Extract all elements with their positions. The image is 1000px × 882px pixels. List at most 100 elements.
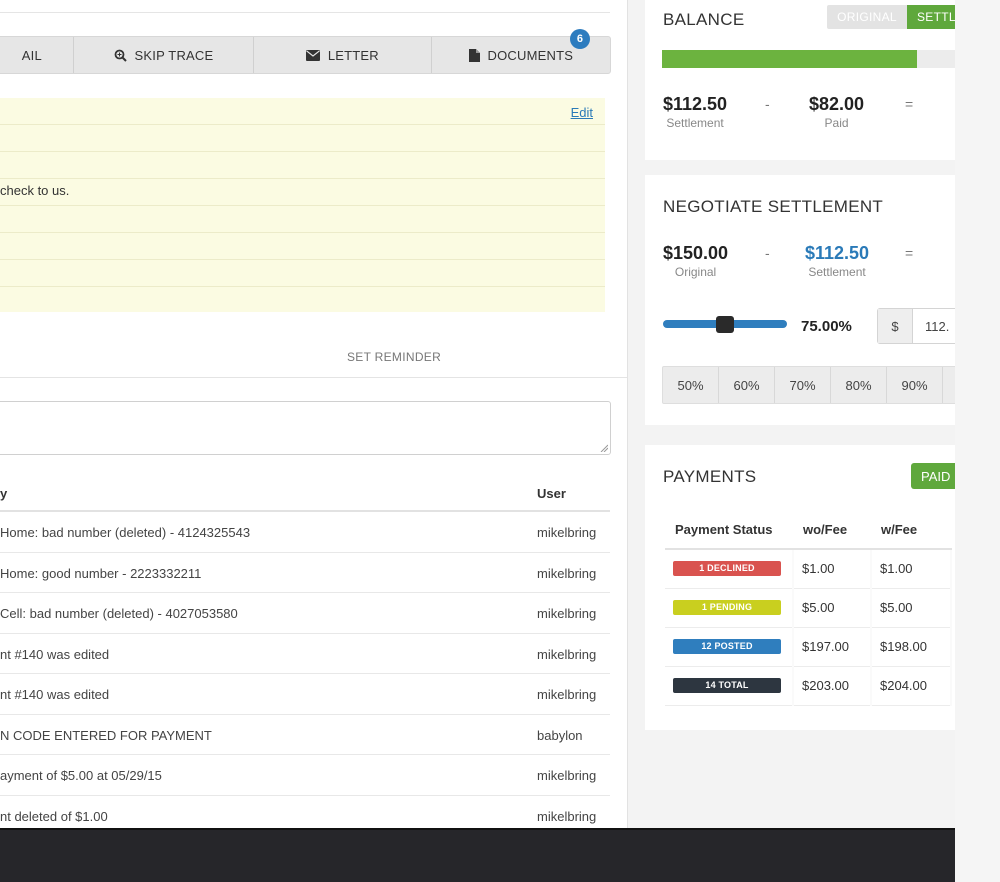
amount-value: $82.00	[809, 94, 865, 114]
user-cell: mikelbring	[537, 565, 597, 581]
original-toggle-option[interactable]: ORIGINAL	[827, 5, 907, 29]
bottom-bar	[0, 828, 955, 882]
table-row: 1 DECLINED $1.00 $1.00	[665, 549, 952, 589]
w-fee-cell: $198.00	[871, 627, 952, 667]
balance-title: BALANCE	[663, 10, 745, 29]
amount-value: $112.50	[663, 94, 728, 114]
settlement-slider-handle[interactable]	[716, 316, 734, 333]
percent-80-button[interactable]: 80%	[831, 367, 887, 403]
activity-cell: N CODE ENTERED FOR PAYMENT	[0, 727, 212, 743]
settlement-amount-value[interactable]: 112.	[913, 309, 949, 343]
currency-prefix: $	[878, 309, 913, 343]
amount-label: Settlement	[808, 265, 866, 279]
activity-cell: Home: bad number (deleted) - 4124325543	[0, 525, 251, 540]
table-row: 14 TOTAL $203.00 $204.00	[665, 666, 952, 706]
magnifier-icon	[114, 49, 127, 62]
amount-label: Settlement	[666, 116, 724, 130]
right-edge-strip	[955, 0, 1000, 882]
settlement-amount: $112.50 Settlement	[805, 243, 869, 279]
slider-percent: 75.00%	[801, 318, 852, 335]
amount-value: $112.50	[805, 243, 870, 263]
divider	[0, 12, 610, 13]
table-header: Payment Status wo/Fee w/Fee	[665, 511, 951, 550]
document-icon	[468, 48, 480, 62]
resize-grip-icon[interactable]	[600, 444, 608, 452]
percent-70-button[interactable]: 70%	[775, 367, 831, 403]
set-reminder-button[interactable]: SET REMINDER	[347, 350, 441, 364]
table-row: nt #140 was edited mikelbring	[0, 674, 610, 715]
reminder-row: SET REMINDER	[0, 336, 627, 378]
settlement-toggle-option[interactable]: SETTL	[907, 5, 955, 29]
activity-column-header: y	[0, 486, 8, 501]
original-amount: $150.00 Original	[663, 243, 728, 279]
settlement-amount-field[interactable]: $ 112.	[877, 308, 955, 344]
declined-status-badge[interactable]: 1 DECLINED	[673, 561, 781, 577]
table-row: nt #140 was edited mikelbring	[0, 634, 610, 674]
payments-card: PAYMENTS PAID Payment Status wo/Fee w/Fe…	[645, 445, 955, 730]
percent-50-button[interactable]: 50%	[663, 367, 719, 403]
user-cell: mikelbring	[537, 525, 597, 540]
balance-mode-toggle: ORIGINAL SETTL	[827, 5, 955, 29]
balance-progress-bar	[662, 50, 955, 68]
w-fee-cell: $1.00	[871, 549, 952, 589]
posted-status-badge[interactable]: 12 POSTED	[673, 639, 781, 654]
user-cell: mikelbring	[537, 687, 597, 702]
activity-cell: ayment of $5.00 at 05/29/15	[0, 768, 162, 783]
envelope-icon	[305, 49, 320, 61]
amount-label: Paid	[824, 116, 849, 130]
negotiate-title: NEGOTIATE SETTLEMENT	[663, 197, 884, 216]
user-cell: mikelbring	[537, 646, 597, 662]
user-column-header: User	[537, 486, 566, 501]
documents-count-badge: 6	[570, 29, 590, 49]
table-row: N CODE ENTERED FOR PAYMENT babylon	[0, 715, 610, 755]
paid-amount: $82.00 Paid	[809, 94, 864, 130]
user-cell: mikelbring	[537, 768, 597, 783]
equals-sign: =	[905, 245, 914, 261]
percent-button-group: 50% 60% 70% 80% 90%	[662, 366, 955, 404]
wo-fee-header: wo/Fee	[793, 511, 871, 550]
activity-cell: nt #140 was edited	[0, 687, 110, 702]
payments-title: PAYMENTS	[663, 467, 757, 486]
w-fee-header: w/Fee	[871, 511, 951, 550]
wo-fee-cell: $1.00	[793, 549, 872, 589]
tab-letter[interactable]: LETTER	[254, 37, 432, 73]
equals-sign: =	[905, 96, 914, 112]
tab-label: LETTER	[327, 47, 379, 63]
tab-label: SKIP TRACE	[134, 47, 214, 63]
minus-sign: -	[765, 245, 770, 261]
percent-60-button[interactable]: 60%	[719, 367, 775, 403]
amount-label: Original	[674, 265, 717, 279]
table-row: Cell: bad number (deleted) - 4027053580 m…	[0, 593, 610, 634]
user-cell: mikelbring	[537, 808, 597, 824]
table-row: 1 PENDING $5.00 $5.00	[665, 588, 952, 628]
table-row: Home: bad number (deleted) - 4124325543 m…	[0, 512, 610, 553]
edit-note-link[interactable]: Edit	[571, 105, 593, 120]
tab-email[interactable]: AIL	[0, 37, 74, 73]
notes-box: Edit check to us.	[0, 98, 605, 312]
tab-skip-trace[interactable]: SKIP TRACE	[74, 37, 255, 73]
w-fee-cell: $5.00	[871, 588, 952, 628]
settlement-amount: $112.50 Settlement	[663, 94, 727, 130]
payments-table: Payment Status wo/Fee w/Fee 1 DECLINED $…	[665, 511, 952, 706]
percent-90-button[interactable]: 90%	[887, 367, 943, 403]
tab-label: AIL	[21, 47, 42, 63]
wo-fee-cell: $5.00	[793, 588, 872, 628]
balance-progress-fill	[662, 50, 917, 68]
tab-documents[interactable]: DOCUMENTS 6	[432, 29, 610, 73]
total-status-badge[interactable]: 14 TOTAL	[673, 678, 781, 693]
w-fee-cell: $204.00	[871, 666, 952, 706]
balance-card: BALANCE ORIGINAL SETTL $112.50 Settlemen…	[645, 0, 955, 160]
user-cell: babylon	[537, 727, 583, 743]
table-row: 12 POSTED $197.00 $198.00	[665, 627, 952, 667]
user-cell: mikelbring	[537, 606, 597, 621]
amount-value: $150.00	[663, 243, 729, 263]
action-tabbar: AIL SKIP TRACE LETTER DOCUMENTS 6	[0, 29, 611, 74]
table-row: ayment of $5.00 at 05/29/15 mikelbring	[0, 755, 610, 796]
activity-history-table: y User Home: bad number (deleted) - 4124…	[0, 472, 610, 828]
pending-status-badge[interactable]: 1 PENDING	[673, 600, 781, 615]
negotiate-settlement-card: NEGOTIATE SETTLEMENT $150.00 Original - …	[645, 175, 955, 425]
paid-button[interactable]: PAID	[911, 463, 955, 489]
activity-cell: nt #140 was edited	[0, 646, 110, 662]
payment-status-header: Payment Status	[665, 511, 793, 550]
note-input[interactable]	[0, 401, 611, 455]
